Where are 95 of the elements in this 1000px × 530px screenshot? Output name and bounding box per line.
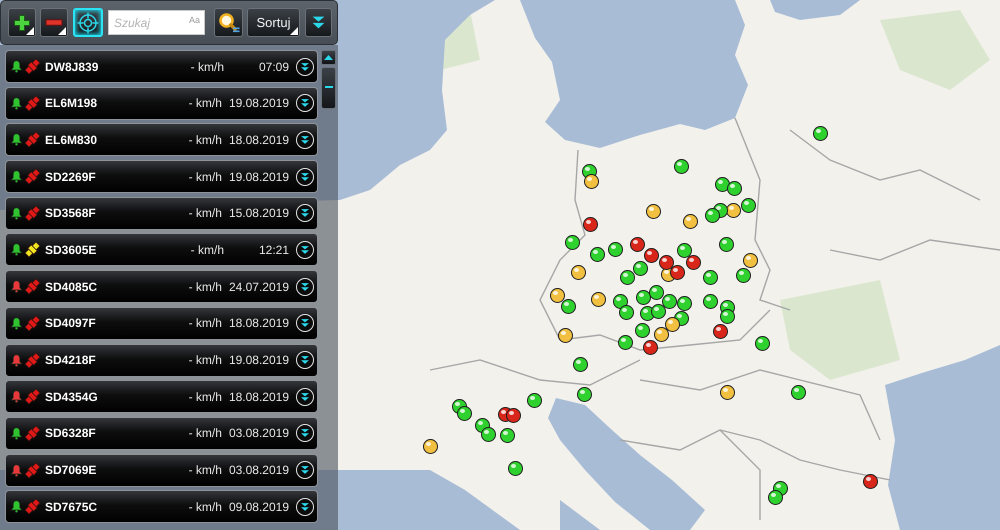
expand-row-button[interactable] bbox=[296, 94, 314, 112]
plate-number: EL6M198 bbox=[45, 96, 98, 110]
last-seen-text: 09.08.2019 bbox=[228, 500, 289, 514]
double-chevron-down-icon bbox=[300, 134, 310, 145]
double-chevron-down-icon bbox=[300, 465, 310, 476]
search-button[interactable] bbox=[214, 8, 243, 37]
speed-text: - km/h bbox=[188, 96, 222, 110]
double-chevron-down-icon bbox=[300, 62, 310, 72]
speed-text: - km/h bbox=[188, 463, 222, 478]
search-icon bbox=[218, 12, 240, 34]
double-chevron-down-icon bbox=[300, 355, 310, 365]
plate-number: DW8J839 bbox=[45, 60, 100, 74]
last-seen-text: 19.08.2019 bbox=[228, 170, 289, 184]
plate-number: EL6M830 bbox=[45, 132, 98, 147]
double-chevron-down-icon bbox=[300, 282, 310, 292]
speed-text: - km/h bbox=[188, 390, 222, 404]
expand-row-button[interactable] bbox=[296, 130, 314, 149]
minus-icon bbox=[45, 19, 63, 26]
last-seen-text: 18.08.2019 bbox=[228, 316, 289, 330]
last-seen-text: 19.08.2019 bbox=[228, 353, 289, 367]
crosshair-icon bbox=[77, 12, 99, 34]
sort-button[interactable]: Sortuj bbox=[247, 8, 300, 37]
plate-number: SD2269F bbox=[45, 170, 97, 184]
speed-text: - km/h bbox=[188, 280, 222, 294]
expand-row-button[interactable] bbox=[296, 498, 314, 516]
double-chevron-down-icon bbox=[300, 318, 310, 328]
expand-row-button[interactable] bbox=[296, 314, 314, 332]
speed-text: - km/h bbox=[188, 170, 222, 184]
last-seen-text: 24.07.2019 bbox=[228, 280, 289, 294]
vehicle-row[interactable]: SD3605E - km/h 12:21 bbox=[5, 233, 318, 266]
last-seen-text: 18.08.2019 bbox=[228, 132, 289, 147]
triangle-up-icon bbox=[324, 55, 333, 60]
remove-button[interactable] bbox=[40, 8, 68, 37]
expand-row-button[interactable] bbox=[296, 461, 314, 480]
speed-text: - km/h bbox=[188, 132, 222, 147]
expand-row-button[interactable] bbox=[296, 278, 314, 296]
vehicle-row[interactable]: EL6M198 - km/h 19.08.2019 bbox=[5, 86, 318, 120]
vehicle-row[interactable]: SD4097F - km/h 18.08.2019 bbox=[5, 306, 318, 340]
vehicle-row[interactable]: SD7675C - km/h 09.08.2019 bbox=[5, 490, 318, 524]
speed-text: - km/h bbox=[190, 60, 224, 74]
vehicle-row[interactable]: DW8J839 - km/h 07:09 bbox=[5, 50, 318, 83]
double-chevron-down-icon bbox=[300, 172, 310, 182]
speed-text: - km/h bbox=[188, 426, 222, 440]
expand-row-button[interactable] bbox=[296, 240, 314, 259]
plate-number: SD7069E bbox=[45, 463, 98, 478]
double-chevron-down-icon bbox=[300, 502, 310, 512]
vehicle-row[interactable]: SD4218F - km/h 19.08.2019 bbox=[5, 344, 318, 376]
speed-text: - km/h bbox=[188, 353, 222, 367]
corner-triangle-icon bbox=[290, 27, 298, 35]
double-chevron-down-icon bbox=[311, 15, 326, 30]
expand-row-button[interactable] bbox=[296, 351, 314, 369]
scroll-up-button[interactable] bbox=[321, 50, 336, 65]
add-button[interactable] bbox=[8, 8, 36, 37]
last-seen-text: 07:09 bbox=[258, 60, 289, 74]
plate-number: SD3568F bbox=[45, 206, 97, 220]
last-seen-text: 15.08.2019 bbox=[228, 206, 289, 220]
last-seen-text: 03.08.2019 bbox=[228, 463, 289, 478]
vehicle-row[interactable]: EL6M830 - km/h 18.08.2019 bbox=[5, 123, 318, 156]
double-chevron-down-icon bbox=[300, 98, 310, 108]
speed-text: - km/h bbox=[188, 500, 222, 514]
last-seen-text: 19.08.2019 bbox=[228, 96, 289, 110]
double-chevron-down-icon bbox=[300, 244, 310, 255]
vehicle-row[interactable]: SD4085C - km/h 24.07.2019 bbox=[5, 270, 318, 304]
double-chevron-down-icon bbox=[300, 208, 310, 218]
last-seen-text: 18.08.2019 bbox=[228, 390, 289, 404]
expand-row-button[interactable] bbox=[296, 424, 314, 442]
corner-triangle-icon bbox=[58, 27, 66, 35]
vehicle-row[interactable]: SD6328F - km/h 03.08.2019 bbox=[5, 416, 318, 450]
scrollbar-thumb[interactable] bbox=[321, 67, 336, 109]
vehicle-row[interactable]: SD2269F - km/h 19.08.2019 bbox=[5, 160, 318, 194]
plate-number: SD6328F bbox=[45, 426, 97, 440]
expand-row-button[interactable] bbox=[296, 168, 314, 186]
locate-button[interactable] bbox=[73, 8, 103, 37]
vehicle-row[interactable]: SD3568F - km/h 15.08.2019 bbox=[5, 196, 318, 230]
plate-number: SD4354G bbox=[45, 390, 99, 404]
plate-number: SD4097F bbox=[45, 316, 97, 330]
double-chevron-down-icon bbox=[300, 428, 310, 438]
plate-number: SD4085C bbox=[45, 280, 98, 294]
speed-text: - km/h bbox=[190, 242, 224, 257]
vehicle-row[interactable]: SD7069E - km/h 03.08.2019 bbox=[5, 454, 318, 487]
plate-number: SD3605E bbox=[45, 242, 98, 257]
speed-text: - km/h bbox=[188, 206, 222, 220]
plate-number: SD4218F bbox=[45, 353, 97, 367]
plate-number: SD7675C bbox=[45, 500, 98, 514]
expand-row-button[interactable] bbox=[296, 388, 314, 406]
expand-row-button[interactable] bbox=[296, 204, 314, 222]
expand-all-button[interactable] bbox=[305, 8, 332, 37]
expand-row-button[interactable] bbox=[296, 58, 314, 76]
last-seen-text: 12:21 bbox=[258, 242, 289, 257]
speed-text: - km/h bbox=[188, 316, 222, 330]
corner-triangle-icon bbox=[26, 27, 34, 35]
last-seen-text: 03.08.2019 bbox=[228, 426, 289, 440]
vehicle-row[interactable]: SD4354G - km/h 18.08.2019 bbox=[5, 380, 318, 414]
double-chevron-down-icon bbox=[300, 392, 310, 402]
plus-icon bbox=[13, 14, 31, 32]
